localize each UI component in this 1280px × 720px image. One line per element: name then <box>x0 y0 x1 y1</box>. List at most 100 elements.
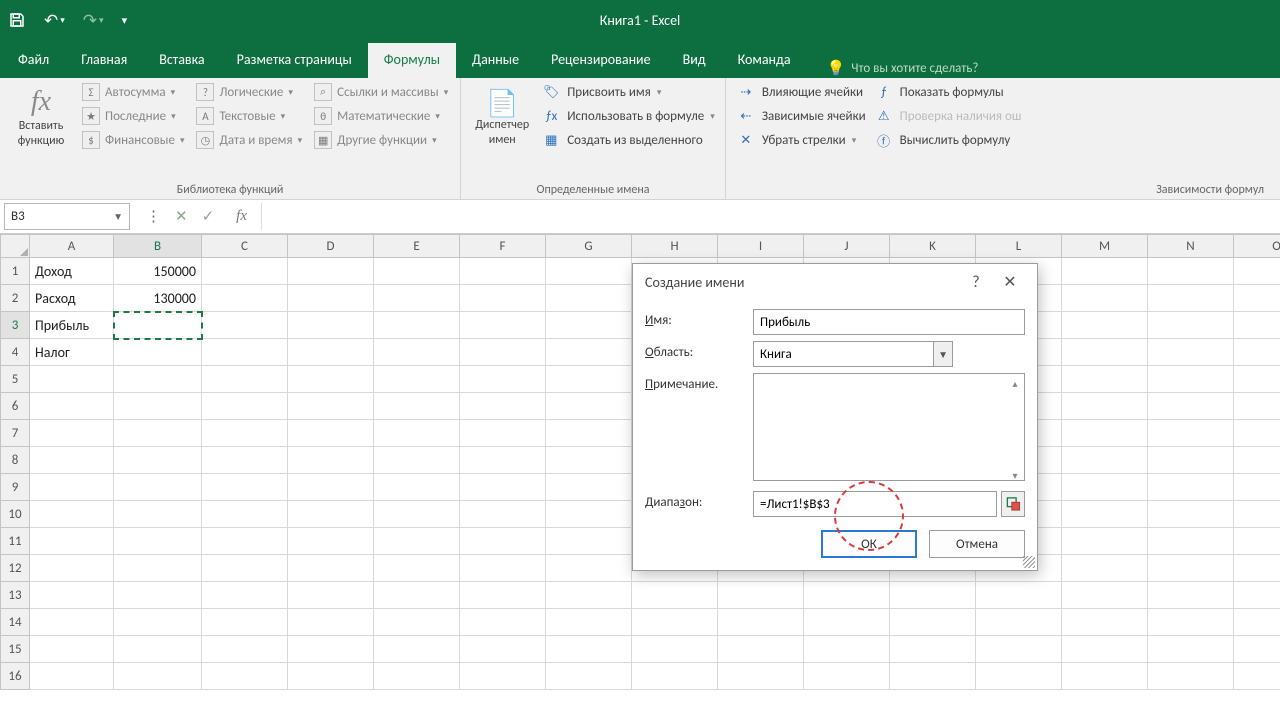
define-name-button[interactable]: 🏷Присвоить имя <box>539 82 717 102</box>
cell-E12[interactable] <box>374 555 460 582</box>
cell-E6[interactable] <box>374 393 460 420</box>
cell-D13[interactable] <box>288 582 374 609</box>
remove-arrows-button[interactable]: ✕Убрать стрелки <box>734 130 868 150</box>
cell-D8[interactable] <box>288 447 374 474</box>
cell-F3[interactable] <box>460 312 546 339</box>
resize-grip[interactable] <box>1023 556 1035 568</box>
cell-C11[interactable] <box>202 528 288 555</box>
cancel-formula-icon[interactable]: ✕ <box>175 207 188 226</box>
cell-N6[interactable] <box>1148 393 1234 420</box>
cell-A15[interactable] <box>30 636 114 663</box>
cell-F7[interactable] <box>460 420 546 447</box>
cell-M12[interactable] <box>1062 555 1148 582</box>
qat-more-icon[interactable]: ▾ <box>122 14 128 27</box>
cell-M2[interactable] <box>1062 285 1148 312</box>
cell-M13[interactable] <box>1062 582 1148 609</box>
cell-N3[interactable] <box>1148 312 1234 339</box>
cell-E3[interactable] <box>374 312 460 339</box>
cell-N8[interactable] <box>1148 447 1234 474</box>
cell-J16[interactable] <box>804 663 890 690</box>
cell-O10[interactable] <box>1234 501 1280 528</box>
row-header-14[interactable]: 14 <box>0 609 30 636</box>
column-header-A[interactable]: A <box>30 234 114 258</box>
autosum-button[interactable]: ΣАвтосумма <box>78 82 188 102</box>
cell-N12[interactable] <box>1148 555 1234 582</box>
cell-E5[interactable] <box>374 366 460 393</box>
financial-button[interactable]: $Финансовые <box>78 130 188 150</box>
cell-M6[interactable] <box>1062 393 1148 420</box>
cell-D6[interactable] <box>288 393 374 420</box>
show-formulas-button[interactable]: ƒПоказать формулы <box>872 82 1024 102</box>
column-header-L[interactable]: L <box>976 234 1062 258</box>
cell-G4[interactable] <box>546 339 632 366</box>
cell-E10[interactable] <box>374 501 460 528</box>
row-header-10[interactable]: 10 <box>0 501 30 528</box>
column-header-C[interactable]: C <box>202 234 288 258</box>
select-all-corner[interactable] <box>0 234 30 258</box>
cell-B2[interactable]: 130000 <box>114 285 202 312</box>
range-input[interactable] <box>753 491 997 517</box>
cell-C2[interactable] <box>202 285 288 312</box>
cell-M10[interactable] <box>1062 501 1148 528</box>
row-header-16[interactable]: 16 <box>0 663 30 690</box>
cell-O8[interactable] <box>1234 447 1280 474</box>
cell-D3[interactable] <box>288 312 374 339</box>
cell-F9[interactable] <box>460 474 546 501</box>
cell-G10[interactable] <box>546 501 632 528</box>
cell-M9[interactable] <box>1062 474 1148 501</box>
cell-A14[interactable] <box>30 609 114 636</box>
cell-C13[interactable] <box>202 582 288 609</box>
name-manager-button[interactable]: 📄 Диспетчер имен <box>469 82 535 150</box>
row-header-6[interactable]: 6 <box>0 393 30 420</box>
cell-D15[interactable] <box>288 636 374 663</box>
help-button[interactable]: ? <box>959 273 993 292</box>
cell-D1[interactable] <box>288 258 374 285</box>
scope-dropdown-button[interactable]: ▼ <box>933 341 953 367</box>
cell-C10[interactable] <box>202 501 288 528</box>
cell-K13[interactable] <box>890 582 976 609</box>
cell-B9[interactable] <box>114 474 202 501</box>
cell-H16[interactable] <box>632 663 718 690</box>
column-header-M[interactable]: M <box>1062 234 1148 258</box>
row-header-2[interactable]: 2 <box>0 285 30 312</box>
cell-A13[interactable] <box>30 582 114 609</box>
cell-F4[interactable] <box>460 339 546 366</box>
cell-C9[interactable] <box>202 474 288 501</box>
cell-A10[interactable] <box>30 501 114 528</box>
cell-A12[interactable] <box>30 555 114 582</box>
cell-N14[interactable] <box>1148 609 1234 636</box>
cell-F16[interactable] <box>460 663 546 690</box>
cell-I14[interactable] <box>718 609 804 636</box>
tab-insert[interactable]: Вставка <box>143 43 220 78</box>
cell-L13[interactable] <box>976 582 1062 609</box>
cell-O3[interactable] <box>1234 312 1280 339</box>
tab-file[interactable]: Файл <box>2 43 65 78</box>
cell-M1[interactable] <box>1062 258 1148 285</box>
cell-G15[interactable] <box>546 636 632 663</box>
cell-O6[interactable] <box>1234 393 1280 420</box>
cell-D14[interactable] <box>288 609 374 636</box>
cell-M11[interactable] <box>1062 528 1148 555</box>
cell-A3[interactable]: Прибыль <box>30 312 114 339</box>
formula-input[interactable] <box>261 203 1276 230</box>
cell-O4[interactable] <box>1234 339 1280 366</box>
cell-G7[interactable] <box>546 420 632 447</box>
cell-J13[interactable] <box>804 582 890 609</box>
cell-E1[interactable] <box>374 258 460 285</box>
cell-N5[interactable] <box>1148 366 1234 393</box>
redo-icon[interactable]: ↷▾ <box>83 10 104 31</box>
more-functions-button[interactable]: ▦Другие функции <box>310 130 452 150</box>
cell-F6[interactable] <box>460 393 546 420</box>
cell-E14[interactable] <box>374 609 460 636</box>
cell-K14[interactable] <box>890 609 976 636</box>
cell-G1[interactable] <box>546 258 632 285</box>
cell-J15[interactable] <box>804 636 890 663</box>
cell-H14[interactable] <box>632 609 718 636</box>
scroll-up-icon[interactable]: ▴ <box>1007 375 1023 391</box>
fx-label-icon[interactable]: fx <box>230 208 253 225</box>
cell-F10[interactable] <box>460 501 546 528</box>
cell-M16[interactable] <box>1062 663 1148 690</box>
row-header-3[interactable]: 3 <box>0 312 30 339</box>
row-header-12[interactable]: 12 <box>0 555 30 582</box>
cell-E4[interactable] <box>374 339 460 366</box>
